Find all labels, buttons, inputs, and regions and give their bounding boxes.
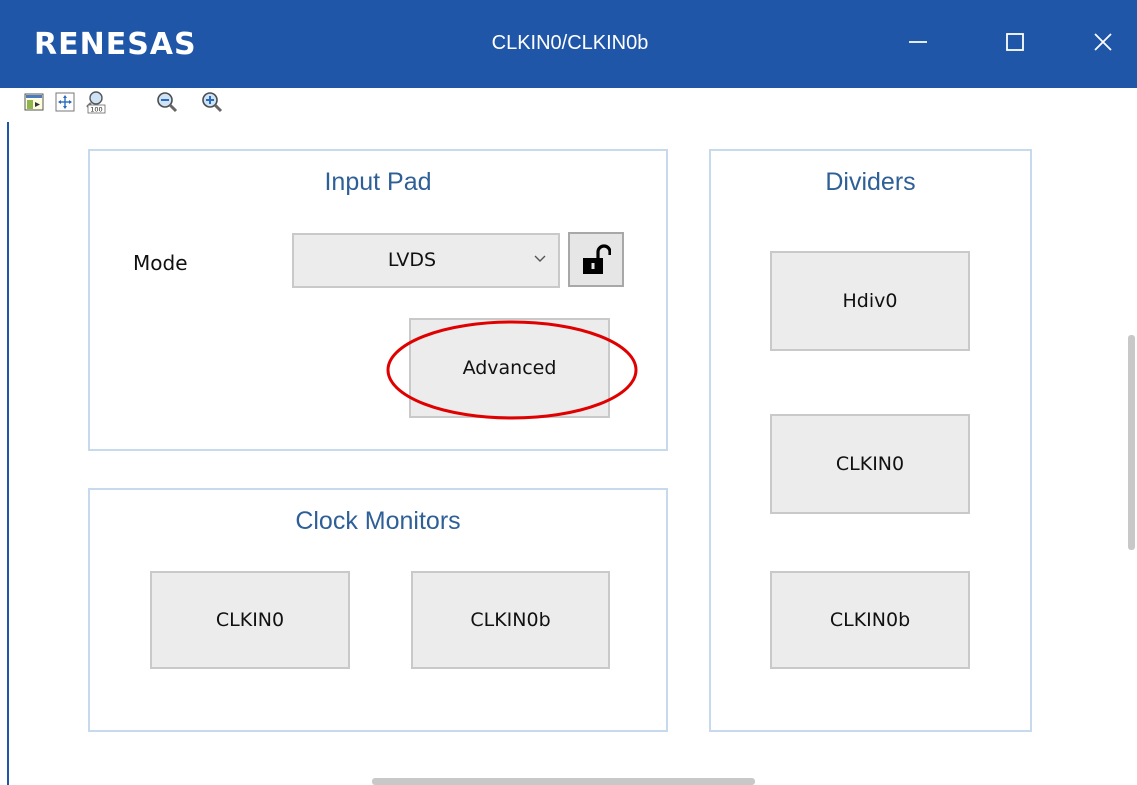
zoom-out-button[interactable] xyxy=(153,88,181,116)
monitor-clkin0-button[interactable]: CLKIN0 xyxy=(150,571,350,669)
maximize-button[interactable] xyxy=(995,22,1035,62)
zoom-in-icon xyxy=(202,92,223,113)
lock-button[interactable] xyxy=(568,232,624,287)
zoom-out-icon xyxy=(157,92,178,113)
window-border xyxy=(7,122,9,785)
mode-dropdown[interactable]: LVDS xyxy=(292,233,560,288)
input-pad-title: Input Pad xyxy=(324,168,432,196)
export-icon xyxy=(24,93,44,111)
divider-clkin0-button[interactable]: CLKIN0 xyxy=(770,414,970,514)
fit-to-window-icon xyxy=(55,92,75,112)
chevron-down-icon xyxy=(534,255,546,262)
renesas-logo: RENESAS xyxy=(34,27,197,62)
export-button[interactable] xyxy=(20,88,48,116)
zoom-in-button[interactable] xyxy=(198,88,226,116)
svg-text:100: 100 xyxy=(90,106,102,114)
divider-clkin0b-button[interactable]: CLKIN0b xyxy=(770,571,970,669)
window-title: CLKIN0/CLKIN0b xyxy=(491,32,649,54)
zoom-100-button[interactable]: 100 xyxy=(81,88,109,116)
vertical-scrollbar[interactable] xyxy=(1128,335,1135,550)
clock-monitors-title: Clock Monitors xyxy=(295,507,461,535)
title-bar: RENESAS CLKIN0/CLKIN0b xyxy=(0,0,1137,88)
divider-hdiv0-button[interactable]: Hdiv0 xyxy=(770,251,970,351)
zoom-100-icon: 100 xyxy=(86,91,106,114)
horizontal-scrollbar[interactable] xyxy=(372,778,755,785)
close-button[interactable] xyxy=(1083,22,1123,62)
toolbar: 100 xyxy=(0,88,1137,122)
maximize-icon xyxy=(1006,33,1024,51)
dividers-title: Dividers xyxy=(825,168,916,196)
mode-dropdown-value: LVDS xyxy=(387,249,437,271)
minimize-button[interactable] xyxy=(898,22,938,62)
unlocked-padlock-icon xyxy=(583,243,611,274)
close-icon xyxy=(1094,33,1112,51)
highlight-ellipse xyxy=(386,320,638,420)
fit-to-window-button[interactable] xyxy=(51,88,79,116)
mode-label: Mode xyxy=(133,251,188,275)
monitor-clkin0b-button[interactable]: CLKIN0b xyxy=(411,571,610,669)
minimize-icon xyxy=(909,41,927,43)
